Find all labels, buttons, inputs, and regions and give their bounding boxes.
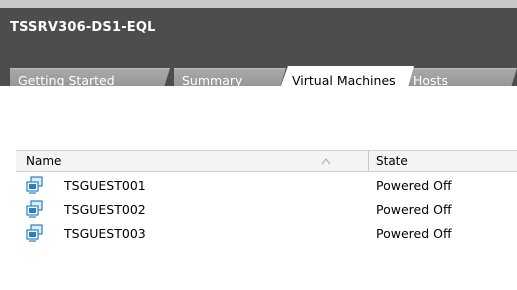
vm-state: Powered Off <box>376 178 452 193</box>
table-row[interactable]: TSGUEST003 Powered Off <box>16 222 517 246</box>
virtual-machine-icon <box>26 176 43 194</box>
vm-state: Powered Off <box>376 226 452 241</box>
table-row[interactable]: TSGUEST001 Powered Off <box>16 174 517 198</box>
table-header: Name State <box>16 150 517 172</box>
datastore-header: TSSRV306-DS1-EQL Getting Started Summary… <box>0 0 517 86</box>
virtual-machine-icon <box>26 224 43 242</box>
column-header-name-label: Name <box>26 154 62 168</box>
vm-name: TSGUEST002 <box>64 202 146 217</box>
sort-ascending-icon <box>321 158 331 165</box>
table-row[interactable]: TSGUEST002 Powered Off <box>16 198 517 222</box>
vm-name: TSGUEST001 <box>64 178 146 193</box>
column-header-name[interactable]: Name <box>16 151 369 171</box>
page-title: TSSRV306-DS1-EQL <box>10 20 156 35</box>
virtual-machine-icon <box>26 200 43 218</box>
vm-state: Powered Off <box>376 202 452 217</box>
virtual-machines-panel: Name State TSGUEST001 Powered Off TSGUES… <box>0 86 517 290</box>
vm-list: TSGUEST001 Powered Off TSGUEST002 Powere… <box>16 174 517 246</box>
vm-name: TSGUEST003 <box>64 226 146 241</box>
column-header-state[interactable]: State <box>370 151 517 171</box>
